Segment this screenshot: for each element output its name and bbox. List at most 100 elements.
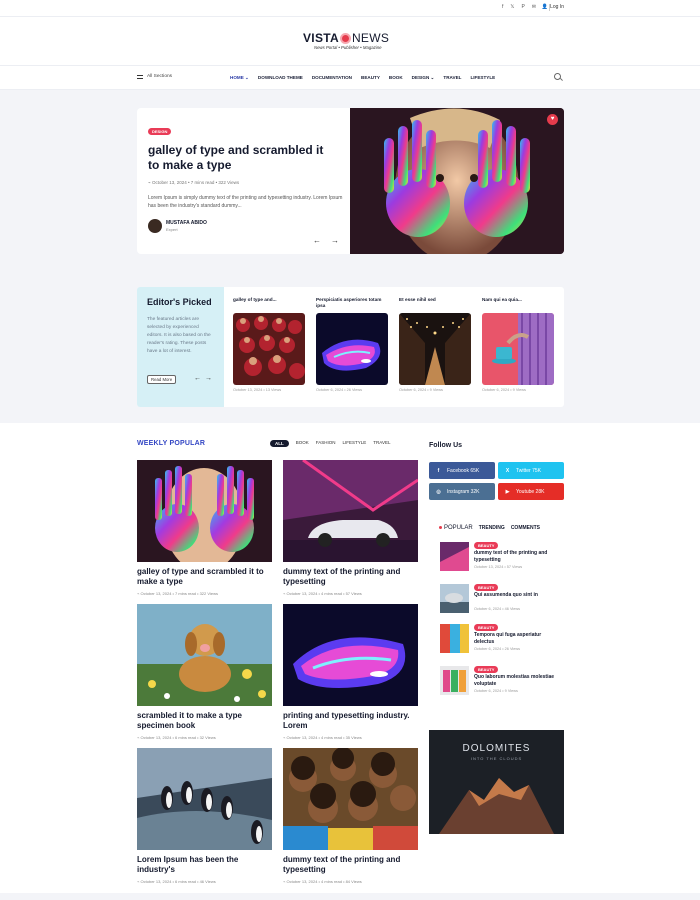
nav-book[interactable]: BOOK <box>389 75 403 81</box>
logo-text-vista: VISTA <box>303 31 339 45</box>
nav-download-theme[interactable]: DOWNLOAD THEME <box>258 75 303 81</box>
filter-all[interactable]: ALL <box>270 440 289 447</box>
editor-card-title[interactable]: galley of type and... <box>233 297 305 311</box>
popular-tabs: POPULAR TRENDING COMMENTS <box>439 525 540 531</box>
logo-text-news: NEWS <box>351 31 390 45</box>
favorite-heart-icon[interactable]: ♥ <box>547 114 558 125</box>
instagram-button[interactable]: ◎ Instagram 32K <box>429 483 495 500</box>
editors-nav: ← → <box>194 375 212 382</box>
article-card[interactable]: dummy text of the printing and typesetti… <box>283 748 418 884</box>
hero-title[interactable]: galley of type and scrambled it to make … <box>148 143 338 173</box>
editors-picked-section: Editor's Picked The featured articles ar… <box>137 287 564 407</box>
popular-thumb[interactable] <box>440 666 469 695</box>
editor-card-image[interactable] <box>316 313 388 385</box>
category-filters: ALL BOOK FASHION LIFESTYLE TRAVEL <box>270 440 390 447</box>
next-arrow-icon[interactable]: → <box>331 236 339 245</box>
ad-banner[interactable]: DOLOMITES INTO THE CLOUDS <box>429 730 564 834</box>
hero-image[interactable]: ♥ <box>350 108 564 254</box>
article-title[interactable]: galley of type and scrambled it to make … <box>137 567 272 588</box>
popular-item[interactable]: BEAUTY dummy text of the printing and ty… <box>440 542 560 576</box>
popular-thumb[interactable] <box>440 584 469 613</box>
filter-lifestyle[interactable]: LIFESTYLE <box>343 440 367 447</box>
x-icon[interactable]: 𝕏 <box>510 4 514 10</box>
filter-travel[interactable]: TRAVEL <box>373 440 390 447</box>
article-card[interactable]: printing and typesetting industry. Lorem… <box>283 604 418 740</box>
nav-home[interactable]: HOME ⌄ <box>230 75 249 81</box>
pinterest-icon[interactable]: P <box>521 4 524 10</box>
category-badge[interactable]: DESIGN <box>148 128 172 135</box>
tab-popular[interactable]: POPULAR <box>439 525 473 531</box>
article-image[interactable] <box>137 604 272 706</box>
filter-book[interactable]: BOOK <box>296 440 309 447</box>
article-image[interactable] <box>137 748 272 850</box>
category-badge[interactable]: BEAUTY <box>474 584 499 591</box>
editor-card[interactable]: Perspiciatis asperiores totam ipsa Octob… <box>316 297 388 392</box>
youtube-icon: ▶ <box>505 488 510 495</box>
editor-card-image[interactable] <box>233 313 305 385</box>
category-badge[interactable]: BEAUTY <box>474 542 499 549</box>
article-title[interactable]: dummy text of the printing and typesetti… <box>283 855 418 876</box>
next-arrow-icon[interactable]: → <box>205 375 212 382</box>
article-title[interactable]: dummy text of the printing and typesetti… <box>283 567 418 588</box>
mail-icon[interactable]: ✉ <box>532 4 536 10</box>
facebook-count: Facebook 65K <box>447 467 480 474</box>
author-name[interactable]: MUSTAFA ABIDO <box>166 220 207 226</box>
popular-item[interactable]: BEAUTY Quo laborum molestias molestiae v… <box>440 666 560 700</box>
twitter-button[interactable]: X Twitter 75K <box>498 462 564 479</box>
tab-trending[interactable]: TRENDING <box>479 525 505 531</box>
filter-fashion[interactable]: FASHION <box>316 440 336 447</box>
login-label: Log In <box>550 4 564 10</box>
editor-card[interactable]: galley of type and... October 13, 2024 •… <box>233 297 305 392</box>
editor-card-title[interactable]: Et esse nihil sed <box>399 297 471 311</box>
popular-thumb[interactable] <box>440 624 469 653</box>
article-title[interactable]: Lorem Ipsum has been the industry's <box>137 855 272 876</box>
article-image[interactable] <box>137 460 272 562</box>
nav-travel[interactable]: TRAVEL <box>443 75 461 81</box>
article-card[interactable]: dummy text of the printing and typesetti… <box>283 460 418 596</box>
prev-arrow-icon[interactable]: ← <box>194 375 201 382</box>
nav-lifestyle[interactable]: LIFESTYLE <box>470 75 495 81</box>
article-card[interactable]: Lorem Ipsum has been the industry's ⌁ Oc… <box>137 748 272 884</box>
article-image[interactable] <box>283 460 418 562</box>
article-title[interactable]: scrambled it to make a type specimen boo… <box>137 711 272 732</box>
instagram-count: Instagram 32K <box>447 488 480 495</box>
all-sections-button[interactable]: All Sections <box>137 74 172 79</box>
nav-documentation[interactable]: DOCUMENTATION <box>312 75 352 81</box>
popular-thumb[interactable] <box>440 542 469 571</box>
category-badge[interactable]: BEAUTY <box>474 624 499 631</box>
article-image[interactable] <box>283 604 418 706</box>
editor-card[interactable]: Nam qui ea quia... October 6, 2024 • 9 V… <box>482 297 554 392</box>
nav-design[interactable]: DESIGN ⌄ <box>412 75 435 81</box>
editor-card-title[interactable]: Nam qui ea quia... <box>482 297 554 311</box>
search-icon[interactable] <box>554 73 561 80</box>
read-more-button[interactable]: Read More <box>147 375 177 384</box>
login-link[interactable]: 👤 Log In <box>542 4 564 10</box>
editor-card-title[interactable]: Perspiciatis asperiores totam ipsa <box>316 297 388 311</box>
editor-card-meta: October 6, 2024 • 9 Views <box>399 388 443 392</box>
article-card[interactable]: galley of type and scrambled it to make … <box>137 460 272 596</box>
editor-card-image[interactable] <box>482 313 554 385</box>
popular-title[interactable]: Tempora qui fuga asperiatur delectus <box>474 632 556 646</box>
avatar[interactable] <box>148 219 162 233</box>
site-logo[interactable]: VISTA NEWS <box>303 31 389 45</box>
popular-title[interactable]: Qui assumenda quo sint in <box>474 592 556 599</box>
category-badge[interactable]: BEAUTY <box>474 666 499 673</box>
article-image[interactable] <box>283 748 418 850</box>
facebook-button[interactable]: f Facebook 65K <box>429 462 495 479</box>
logo-tagline: News Portal • Publisher • Magazine <box>314 45 382 50</box>
article-title[interactable]: printing and typesetting industry. Lorem <box>283 711 418 732</box>
article-card[interactable]: scrambled it to make a type specimen boo… <box>137 604 272 740</box>
popular-title[interactable]: dummy text of the printing and typesetti… <box>474 550 556 564</box>
popular-meta: October 13, 2024 • 57 Views <box>474 565 523 569</box>
editor-card-image[interactable] <box>399 313 471 385</box>
youtube-button[interactable]: ▶ Youtube 28K <box>498 483 564 500</box>
editor-card[interactable]: Et esse nihil sed October 6, 2024 • 9 Vi… <box>399 297 471 392</box>
prev-arrow-icon[interactable]: ← <box>313 236 321 245</box>
popular-item[interactable]: BEAUTY Tempora qui fuga asperiatur delec… <box>440 624 560 658</box>
popular-title[interactable]: Quo laborum molestias molestiae voluptat… <box>474 674 556 688</box>
popular-widget: POPULAR TRENDING COMMENTS BEAUTY dummy t… <box>429 514 564 719</box>
nav-beauty[interactable]: BEAUTY <box>361 75 380 81</box>
tab-comments[interactable]: COMMENTS <box>511 525 540 531</box>
popular-item[interactable]: BEAUTY Qui assumenda quo sint in October… <box>440 584 560 618</box>
facebook-icon[interactable]: f <box>502 4 503 10</box>
